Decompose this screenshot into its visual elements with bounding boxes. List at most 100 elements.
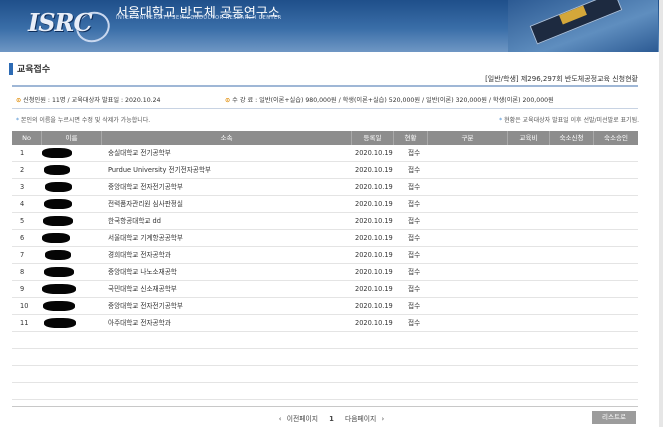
row-status: 접수	[408, 319, 421, 327]
redacted-name-link[interactable]	[43, 301, 75, 311]
pagination: ‹ 이전페이지 1 다음페이지 ›	[0, 413, 663, 423]
row-org: 서울대학교 기계항공공학부	[108, 234, 183, 242]
prev-page-label: 이전페이지	[286, 415, 318, 423]
column-header-no: No	[12, 131, 42, 145]
redacted-name-link[interactable]	[42, 233, 70, 243]
row-no: 8	[20, 268, 25, 276]
row-no: 7	[20, 251, 25, 259]
table-row: 5 한국항공대학교 dd 2020.10.19 접수	[12, 213, 638, 230]
row-org: 전력품자관리원 심사판정실	[108, 200, 183, 208]
empty-row	[12, 332, 638, 349]
row-date: 2020.10.19	[355, 319, 393, 327]
next-page-link[interactable]: 다음페이지 ›	[342, 415, 384, 423]
row-status: 접수	[408, 217, 421, 225]
table-row: 4 전력품자관리원 심사판정실 2020.10.19 접수	[12, 196, 638, 213]
row-no: 1	[20, 149, 25, 157]
column-header-type: 구분	[428, 131, 508, 145]
current-page[interactable]: 1	[329, 415, 334, 423]
row-status: 접수	[408, 166, 421, 174]
column-header-name: 이름	[42, 131, 102, 145]
table-row: 3 중앙대학교 전자전기공학부 2020.10.19 접수	[12, 179, 638, 196]
row-status: 접수	[408, 183, 421, 191]
page-title: 교육접수	[17, 65, 51, 75]
column-header-fee: 교육비	[508, 131, 550, 145]
table-row: 6 서울대학교 기계항공공학부 2020.10.19 접수	[12, 230, 638, 247]
bullet-icon: ⊙	[225, 97, 231, 104]
row-org: 국민대학교 신소재공학부	[108, 285, 177, 293]
row-org: 중앙대학교 나노소재공학	[108, 268, 177, 276]
edit-note-text: 본인의 이름을 누르시면 수정 및 삭제가 가능합니다.	[20, 117, 151, 124]
column-header-org: 소속	[102, 131, 352, 145]
logo-text: ISRC	[28, 8, 93, 37]
row-org: 경희대학교 전자공학과	[108, 251, 171, 259]
redacted-name-link[interactable]	[43, 216, 73, 226]
table-row: 11 아주대학교 전자공학과 2020.10.19 접수	[12, 315, 638, 332]
title-marker-icon	[9, 63, 13, 75]
row-no: 10	[20, 302, 29, 310]
brand-name-english: INTER-UNIVERSITY SEMICONDUCTOR RESEARCH …	[116, 15, 282, 21]
fee-info-text: 수 강 료 : 일반(이론+실습) 980,000원 / 학생(이론+실습) 5…	[232, 97, 554, 104]
redacted-name-link[interactable]	[44, 199, 72, 209]
row-no: 11	[20, 319, 29, 327]
table-row: 2 Purdue University 전기전자공학부 2020.10.19 접…	[12, 162, 638, 179]
status-note: * 현황은 교육대상자 발표일 이후 선발/미선발로 표기됨.	[499, 115, 639, 124]
edit-note: * 본인의 이름을 누르시면 수정 및 삭제가 가능합니다.	[16, 115, 150, 124]
table-row: 7 경희대학교 전자공학과 2020.10.19 접수	[12, 247, 638, 264]
row-date: 2020.10.19	[355, 268, 393, 276]
row-date: 2020.10.19	[355, 149, 393, 157]
fee-info: ⊙ 수 강 료 : 일반(이론+실습) 980,000원 / 학생(이론+실습)…	[225, 95, 554, 104]
site-logo[interactable]: ISRC	[28, 6, 115, 47]
applicant-info: ⊙ 신청인원 : 11명 / 교육대상자 발표일 : 2020.10.24	[16, 95, 160, 104]
row-status: 접수	[408, 149, 421, 157]
bullet-icon: ⊙	[16, 97, 22, 104]
row-date: 2020.10.19	[355, 234, 393, 242]
row-no: 3	[20, 183, 25, 191]
redacted-name-link[interactable]	[44, 318, 76, 328]
row-date: 2020.10.19	[355, 183, 393, 191]
column-header-status: 현황	[394, 131, 428, 145]
table-row: 10 중앙대학교 전자전기공학부 2020.10.19 접수	[12, 298, 638, 315]
redacted-name-link[interactable]	[42, 148, 72, 158]
redacted-name-link[interactable]	[44, 267, 74, 277]
title-divider	[12, 85, 638, 87]
next-page-label: 다음페이지	[345, 415, 377, 423]
redacted-name-link[interactable]	[44, 165, 70, 175]
site-header: ISRC 서울대학교 반도체 공동연구소 INTER-UNIVERSITY SE…	[0, 0, 663, 52]
info-divider	[12, 108, 638, 109]
row-date: 2020.10.19	[355, 166, 393, 174]
table-header: No 이름 소속 등록일 현황 구분 교육비 숙소신청 숙소승인	[12, 131, 638, 145]
row-status: 접수	[408, 234, 421, 242]
row-status: 접수	[408, 268, 421, 276]
row-date: 2020.10.19	[355, 302, 393, 310]
redacted-name-link[interactable]	[42, 284, 76, 294]
prev-page-link[interactable]: ‹ 이전페이지	[279, 415, 321, 423]
table-row: 1 숭실대학교 전기공학부 2020.10.19 접수	[12, 145, 638, 162]
column-header-date: 등록일	[352, 131, 394, 145]
row-date: 2020.10.19	[355, 285, 393, 293]
row-status: 접수	[408, 302, 421, 310]
asterisk-icon: *	[499, 117, 503, 124]
row-org: 중앙대학교 전자전기공학부	[108, 183, 183, 191]
column-header-lodging-approval: 숙소승인	[604, 134, 628, 142]
row-date: 2020.10.19	[355, 217, 393, 225]
window-scrollbar[interactable]	[659, 0, 663, 427]
row-status: 접수	[408, 200, 421, 208]
table-row: 9 국민대학교 신소재공학부 2020.10.19 접수	[12, 281, 638, 298]
redacted-name-link[interactable]	[45, 250, 71, 260]
pager-divider	[12, 406, 638, 407]
table-body: 1 숭실대학교 전기공학부 2020.10.19 접수 2 Purdue Uni…	[12, 145, 638, 400]
row-no: 2	[20, 166, 25, 174]
redacted-name-link[interactable]	[45, 182, 72, 192]
row-no: 4	[20, 200, 25, 208]
row-no: 9	[20, 285, 25, 293]
empty-row	[12, 383, 638, 400]
row-org: 중앙대학교 전자전기공학부	[108, 302, 183, 310]
row-org: Purdue University 전기전자공학부	[108, 166, 211, 174]
list-button[interactable]: 리스트로	[592, 411, 636, 424]
row-date: 2020.10.19	[355, 200, 393, 208]
row-status: 접수	[408, 251, 421, 259]
row-no: 5	[20, 217, 25, 225]
row-org: 한국항공대학교 dd	[108, 217, 161, 225]
column-header-lodging-request: 숙소신청	[550, 131, 594, 145]
row-org: 아주대학교 전자공학과	[108, 319, 171, 327]
